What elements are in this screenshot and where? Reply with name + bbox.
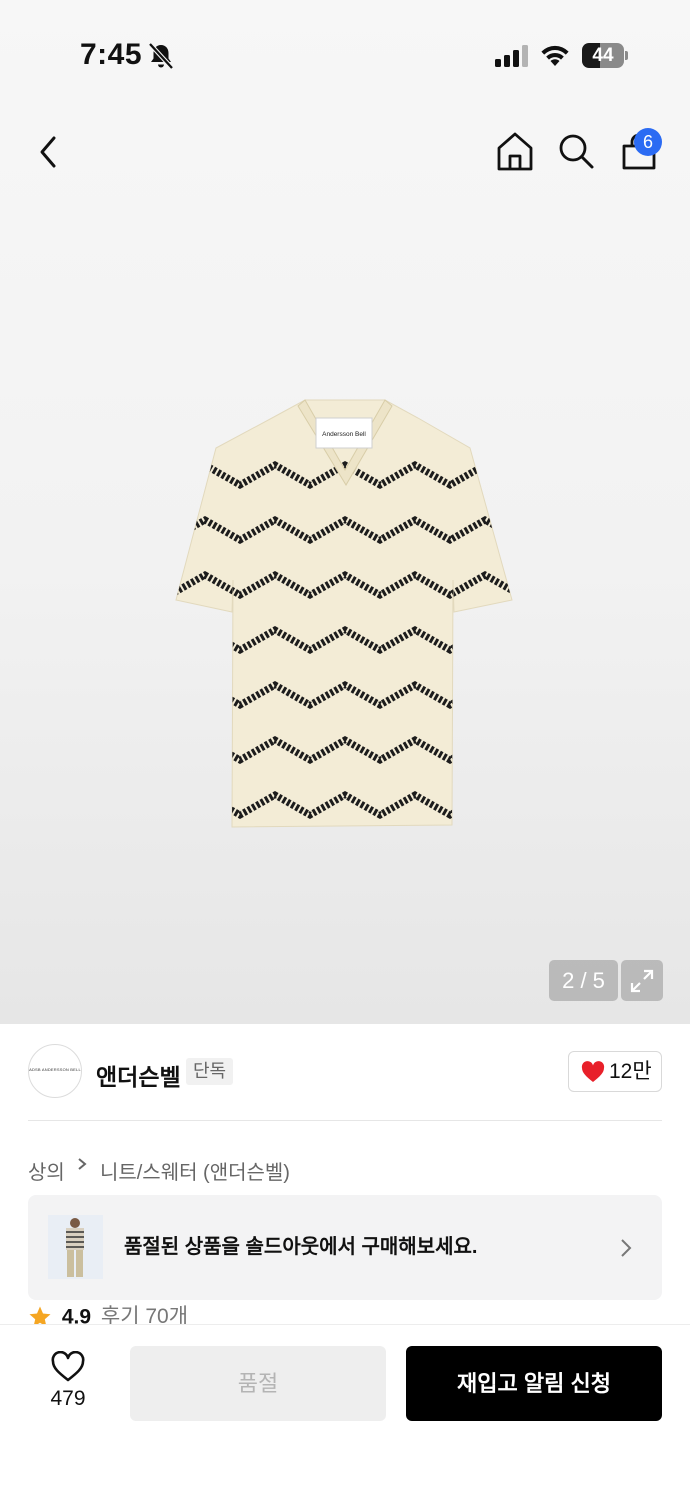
brand-like-button[interactable]: 12만 [568,1051,662,1092]
expand-image-button[interactable] [621,960,663,1001]
brand-like-count: 12만 [609,1060,652,1083]
soldout-promo-banner[interactable]: 품절된 상품을 솔드아웃에서 구매해보세요. [28,1195,662,1300]
expand-icon [630,969,654,993]
soldout-button: 품절 [130,1346,386,1421]
cellular-signal-icon [495,45,528,67]
restock-alert-button[interactable]: 재입고 알림 신청 [406,1346,662,1421]
product-gallery[interactable]: 7:45 44 6 Andersson Bell 2 / 5 [0,0,690,1024]
cart-count-badge: 6 [634,128,662,156]
exclusive-badge: 단독 [186,1058,234,1085]
model-image [66,1218,84,1277]
image-counter: 2 / 5 [549,960,618,1001]
status-bar: 7:45 44 [0,0,690,110]
back-icon[interactable] [28,130,68,174]
shirt-label-text: Andersson Bell [322,431,366,438]
chevron-right-icon [621,1239,632,1257]
battery-percent: 44 [592,45,614,66]
product-image[interactable]: Andersson Bell [170,390,520,835]
bell-off-icon [148,42,174,70]
heart-filled-icon [581,1061,605,1082]
brand-name[interactable]: 앤더슨벨 [96,1058,181,1092]
home-icon[interactable] [494,130,536,172]
wish-count: 479 [50,1387,86,1410]
search-icon[interactable] [556,130,596,172]
chevron-right-icon [78,1158,87,1170]
wifi-icon [541,45,569,66]
breadcrumb: 상의 니트/스웨터 (앤더슨벨) [28,1150,290,1184]
divider [28,1120,662,1121]
status-time: 7:45 [80,38,143,71]
heart-outline-icon[interactable] [50,1351,86,1383]
brand-logo[interactable]: ADSB ANDERSSON BELL [28,1044,82,1098]
breadcrumb-subcategory[interactable]: 니트/스웨터 (앤더슨벨) [100,1159,290,1187]
brand-logo-text: ADSB ANDERSSON BELL [29,1067,81,1072]
banner-text: 품절된 상품을 솔드아웃에서 구매해보세요. [124,1236,478,1258]
battery-indicator: 44 [582,43,628,68]
breadcrumb-category[interactable]: 상의 [28,1159,65,1187]
battery-nub [625,51,628,60]
bottom-action-bar: 479 품절 재입고 알림 신청 [0,1324,690,1500]
banner-thumbnail [48,1215,103,1279]
